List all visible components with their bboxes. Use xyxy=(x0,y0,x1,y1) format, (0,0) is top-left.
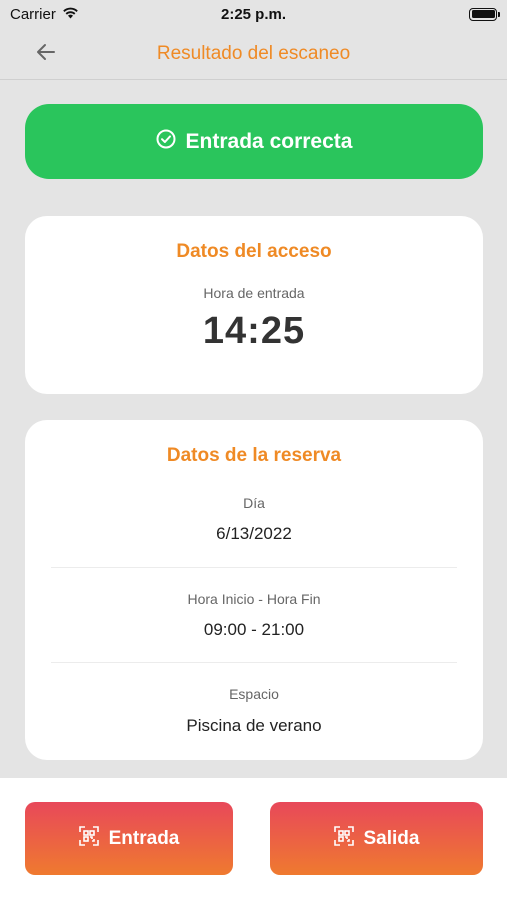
entrada-button[interactable]: Entrada xyxy=(25,802,233,875)
divider xyxy=(51,662,457,663)
page-title: Resultado del escaneo xyxy=(156,42,351,64)
access-card-title: Datos del acceso xyxy=(176,241,332,262)
qr-scan-icon xyxy=(333,825,354,852)
entry-time-value: 14:25 xyxy=(202,310,306,352)
day-label: Día xyxy=(243,495,265,511)
hours-value: 09:00 - 21:00 xyxy=(203,620,305,639)
status-bar: Carrier 2:25 p.m. xyxy=(0,0,507,28)
status-left: Carrier xyxy=(10,6,79,23)
divider xyxy=(51,567,457,568)
wifi-icon xyxy=(62,6,79,23)
salida-button-label: Salida xyxy=(363,827,420,849)
space-label: Espacio xyxy=(229,686,279,702)
booking-card: Datos de la reserva Día 6/13/2022 Hora I… xyxy=(25,420,483,760)
entrada-button-label: Entrada xyxy=(108,827,180,849)
carrier-label: Carrier xyxy=(10,5,56,23)
access-card: Datos del acceso Hora de entrada 14:25 xyxy=(25,216,483,394)
bottom-action-bar: Entrada Salida xyxy=(0,778,507,900)
day-value: 6/13/2022 xyxy=(216,524,292,543)
space-value: Piscina de verano xyxy=(186,716,322,735)
arrow-left-icon xyxy=(36,43,56,66)
back-button[interactable] xyxy=(32,40,60,68)
status-banner-text: Entrada correcta xyxy=(185,129,353,153)
navigation-bar: Resultado del escaneo xyxy=(0,28,507,80)
hours-label: Hora Inicio - Hora Fin xyxy=(187,591,321,607)
booking-card-title: Datos de la reserva xyxy=(166,445,342,466)
check-circle-icon xyxy=(156,129,176,155)
qr-scan-icon xyxy=(78,825,99,852)
salida-button[interactable]: Salida xyxy=(270,802,483,875)
status-banner: Entrada correcta xyxy=(25,104,483,179)
entry-time-label: Hora de entrada xyxy=(203,285,305,301)
battery-icon xyxy=(469,7,500,21)
